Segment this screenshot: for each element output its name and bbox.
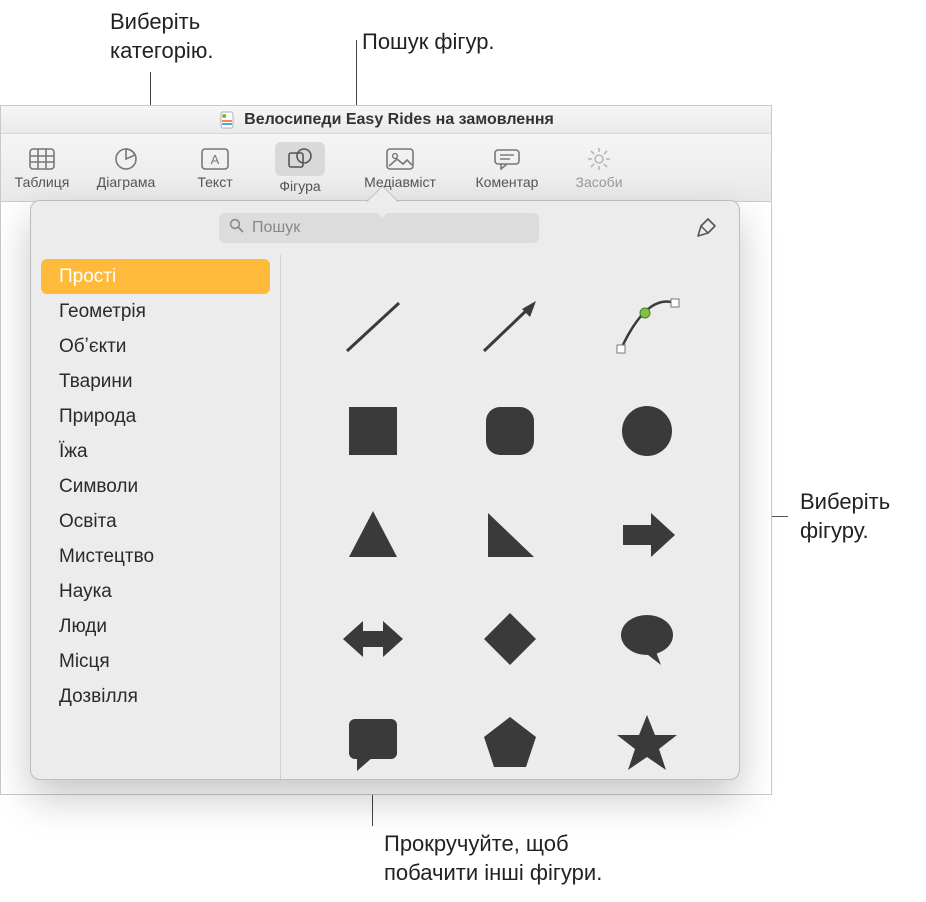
bracket-tick [770,516,788,517]
shape-line[interactable] [307,277,440,377]
search-placeholder: Пошук [252,219,300,237]
sidebar-item[interactable]: Наука [41,574,270,609]
sidebar-item[interactable]: Прості [41,259,270,294]
shape-diamond[interactable] [444,589,577,689]
toolbar-tools[interactable]: Засоби [559,138,639,198]
table-icon [27,146,57,172]
search-input[interactable]: Пошук [219,213,539,243]
text-icon: A [200,146,230,172]
shape-triangle[interactable] [307,485,440,585]
shape-speech-bubble[interactable] [580,589,713,689]
chart-icon [111,146,141,172]
shape-arrow-line[interactable] [444,277,577,377]
toolbar-text[interactable]: A Текст [175,138,255,198]
pen-tool-button[interactable] [691,213,721,243]
sidebar-item[interactable]: Тварини [41,364,270,399]
shape-right-triangle[interactable] [444,485,577,585]
titlebar: Велосипеди Easy Rides на замовлення [1,106,771,134]
svg-text:A: A [211,152,220,167]
shape-square[interactable] [307,381,440,481]
sidebar-item[interactable]: Місця [41,644,270,679]
shapes-pane[interactable] [281,255,739,779]
toolbar-media[interactable]: Медіавміст [345,138,455,198]
sidebar-item[interactable]: Люди [41,609,270,644]
callout-search: Пошук фігур. [362,28,495,57]
toolbar-label: Таблиця [15,174,70,190]
shape-star[interactable] [580,693,713,779]
sidebar-item[interactable]: Природа [41,399,270,434]
toolbar-chart[interactable]: Діаграма [79,138,173,198]
callout-choose-shape: Виберіть фігуру. [800,488,890,545]
sidebar-item[interactable]: Їжа [41,434,270,469]
shapes-grid [307,277,713,779]
toolbar-label: Медіавміст [364,174,436,190]
sidebar-item[interactable]: Дозвілля [41,679,270,714]
gear-icon [584,146,614,172]
sidebar-item[interactable]: Мистецтво [41,539,270,574]
shape-circle[interactable] [580,381,713,481]
sidebar-item[interactable]: Символи [41,469,270,504]
toolbar-label: Засоби [575,174,622,190]
toolbar-label: Текст [197,174,232,190]
sidebar-item[interactable]: Освіта [41,504,270,539]
document-icon [218,111,236,129]
search-icon [229,218,244,238]
callout-scroll: Прокручуйте, щоб побачити інші фігури. [384,830,602,887]
popover-header: Пошук [31,201,739,255]
document-title: Велосипеди Easy Rides на замовлення [244,111,554,129]
toolbar-label: Коментар [476,174,539,190]
toolbar-table[interactable]: Таблиця [7,138,77,198]
toolbar-shape[interactable]: Фігура [257,138,343,198]
sidebar-item[interactable]: Геометрія [41,294,270,329]
sidebar-item[interactable]: Обʼєкти [41,329,270,364]
category-sidebar: ПростіГеометріяОбʼєктиТвариниПриродаЇжаС… [31,255,281,779]
shape-double-arrow[interactable] [307,589,440,689]
shapes-popover: Пошук ПростіГеометріяОбʼєктиТвариниПриро… [30,200,740,780]
shape-icon [285,146,315,172]
toolbar-label: Фігура [279,178,320,194]
media-icon [385,146,415,172]
shape-callout-rect[interactable] [307,693,440,779]
comment-icon [492,146,522,172]
shape-curve[interactable] [580,277,713,377]
toolbar-label: Діаграма [97,174,155,190]
shape-rounded-square[interactable] [444,381,577,481]
toolbar-comment[interactable]: Коментар [457,138,557,198]
callout-category: Виберіть категорію. [110,8,213,65]
shape-pentagon[interactable] [444,693,577,779]
shape-arrow-right[interactable] [580,485,713,585]
